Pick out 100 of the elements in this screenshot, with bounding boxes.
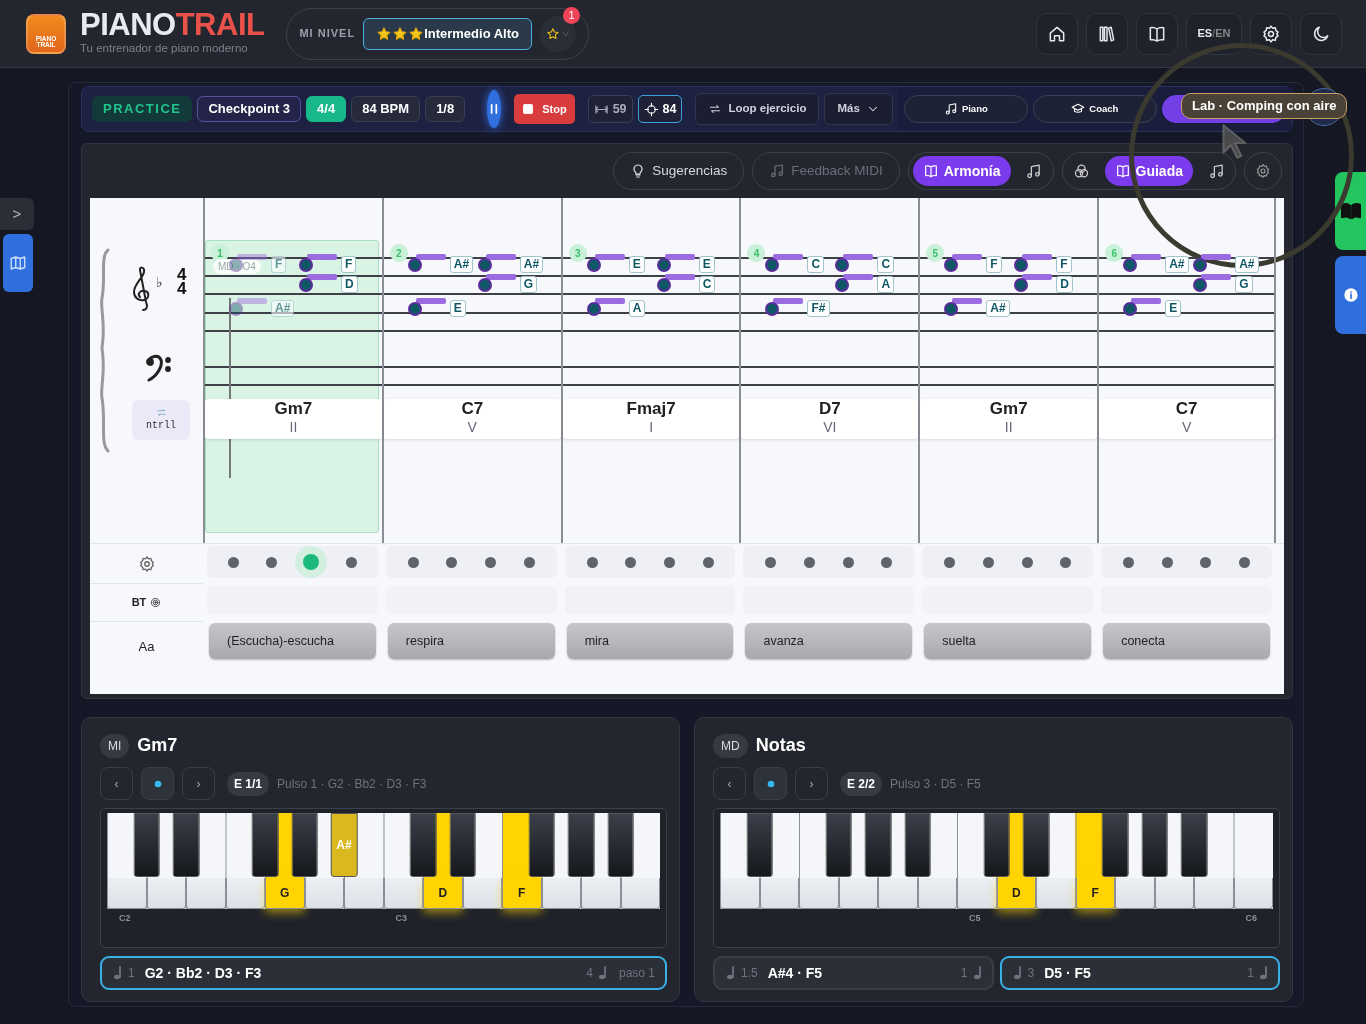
chord-name: Fmaj7 xyxy=(626,399,676,419)
step-notes: A#4 · F5 xyxy=(767,963,823,983)
lyric-field[interactable]: avanza xyxy=(745,623,913,659)
target-icon xyxy=(643,101,659,117)
note-label: A# xyxy=(519,256,544,273)
cursor-icon xyxy=(1221,123,1247,159)
piano-key[interactable] xyxy=(291,813,318,877)
piano-key[interactable]: D xyxy=(423,878,463,909)
music-note-icon xyxy=(1025,162,1043,180)
step-card[interactable]: 1.5 A#4 · F5 1 xyxy=(713,956,994,990)
home-button[interactable] xyxy=(1036,12,1078,55)
book-icon xyxy=(922,163,939,179)
piano-key[interactable] xyxy=(904,813,931,877)
info-icon xyxy=(1342,287,1359,303)
meter-badge: 4/4 xyxy=(306,96,347,122)
step-label: paso 1 xyxy=(618,965,655,982)
next-button[interactable]: › xyxy=(795,767,828,800)
circles-icon xyxy=(1073,162,1091,180)
measure-number: 4 xyxy=(747,244,766,262)
view-tab[interactable]: Coach xyxy=(1032,95,1157,123)
octave-label: C3 xyxy=(395,913,407,923)
dot-icon xyxy=(153,779,162,788)
piano-key[interactable]: F xyxy=(1075,878,1115,909)
piano-key[interactable] xyxy=(172,813,200,877)
theme-button[interactable] xyxy=(1300,12,1342,55)
step-card[interactable]: 3 D5 · F5 1 xyxy=(999,956,1280,990)
range-button[interactable]: 59 xyxy=(587,95,633,123)
duration-value: 4 xyxy=(586,965,593,982)
more-dropdown[interactable]: Más xyxy=(824,93,893,125)
mode-toggle[interactable]: Guiada xyxy=(1104,156,1193,186)
piano-key[interactable] xyxy=(567,813,595,877)
row-label: BT xyxy=(131,595,147,611)
level-selector[interactable]: Intermedio Alto xyxy=(363,17,532,50)
library-button[interactable] xyxy=(1086,12,1128,55)
tempo-badge: 84 BPM xyxy=(351,96,421,122)
control-chip[interactable]: ntrll xyxy=(132,400,190,440)
note-label: E xyxy=(1165,300,1182,317)
cap-icon xyxy=(1071,102,1086,116)
piano-key[interactable]: G xyxy=(265,878,305,909)
previous-button[interactable]: ‹ xyxy=(100,767,133,800)
settings-button[interactable] xyxy=(1250,12,1292,55)
next-button[interactable]: › xyxy=(182,767,215,800)
piano-key[interactable] xyxy=(825,813,852,877)
step-card[interactable]: 1 G2 · Bb2 · D3 · F3 4 paso 1 xyxy=(100,956,667,990)
piano-key[interactable] xyxy=(1022,813,1050,877)
piano-key[interactable] xyxy=(449,813,476,877)
piano-key[interactable] xyxy=(1180,813,1208,877)
lyric-field[interactable]: suelta xyxy=(924,623,1092,659)
swap-icon xyxy=(155,407,167,418)
quarter-note-icon xyxy=(725,966,735,980)
tagline: Tu entrenador de piano moderno xyxy=(80,41,249,57)
language-toggle[interactable]: ES/EN xyxy=(1186,12,1242,55)
hand-badge: MD xyxy=(713,733,748,758)
piano-key[interactable]: D xyxy=(996,878,1036,909)
loop-icon xyxy=(708,102,723,116)
current-step-button[interactable] xyxy=(141,767,174,800)
piano-key[interactable] xyxy=(746,813,773,877)
piano-key[interactable]: F xyxy=(502,878,542,909)
loop-button[interactable]: Loop ejercicio xyxy=(695,93,820,125)
note-label: F# xyxy=(807,300,830,317)
piano-key[interactable] xyxy=(409,813,437,877)
info-tab[interactable] xyxy=(1335,256,1366,334)
piano-key[interactable] xyxy=(1141,813,1168,877)
music-note-icon xyxy=(943,102,958,116)
view-tab[interactable]: Piano xyxy=(903,95,1028,123)
piano-key[interactable] xyxy=(133,813,160,877)
sidebar-toggle[interactable]: > xyxy=(0,198,34,230)
piano-key[interactable] xyxy=(864,813,892,877)
previous-button[interactable]: ‹ xyxy=(713,767,746,800)
target-icon xyxy=(150,597,162,608)
lyric-field[interactable]: conecta xyxy=(1103,623,1270,659)
stop-icon xyxy=(522,103,535,115)
target-button[interactable]: 84 xyxy=(637,95,683,123)
map-tab[interactable] xyxy=(3,234,33,292)
note-label: A# xyxy=(271,300,295,317)
chord-name: Gm7 xyxy=(989,399,1028,419)
pause-button[interactable] xyxy=(487,90,502,128)
note-label: E xyxy=(449,300,466,317)
piano-key[interactable] xyxy=(607,813,634,877)
lyric-field[interactable]: respira xyxy=(387,623,555,659)
music-note-icon xyxy=(769,163,786,179)
piano-key[interactable] xyxy=(983,813,1010,877)
book-icon xyxy=(1114,163,1131,179)
panel-title: Notas xyxy=(755,734,806,757)
book-tab[interactable] xyxy=(1335,172,1366,250)
panel-title: Gm7 xyxy=(137,734,178,757)
piano-key[interactable] xyxy=(251,813,279,877)
mode-toggle[interactable]: Armonía xyxy=(912,156,1011,186)
current-step-button[interactable] xyxy=(754,767,787,800)
piano-key[interactable] xyxy=(528,813,555,877)
step-notes: D5 · F5 xyxy=(1044,963,1091,983)
lyric-field[interactable]: mira xyxy=(566,623,734,659)
star-icon xyxy=(392,26,409,43)
stop-button[interactable]: Stop xyxy=(514,94,575,124)
book-button[interactable] xyxy=(1136,12,1178,55)
star-icon xyxy=(376,26,393,43)
note-label: C xyxy=(698,276,716,293)
piano-key[interactable] xyxy=(1101,813,1129,877)
suggestions-button[interactable]: Sugerencias xyxy=(613,152,745,190)
lyric-field[interactable]: (Escucha)-escucha xyxy=(209,623,376,659)
